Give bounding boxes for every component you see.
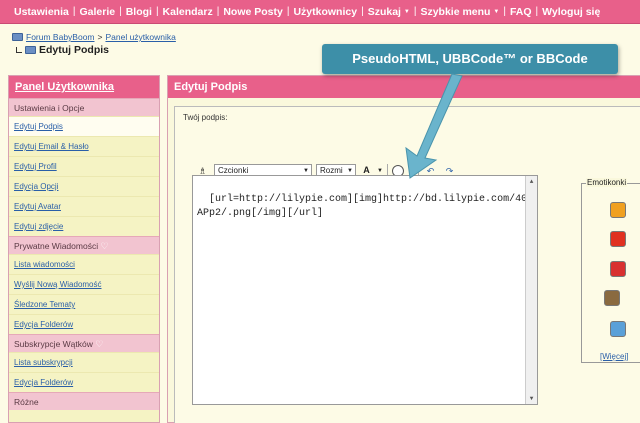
annotation-callout: PseudoHTML, UBBCode™ or BBCode [322,44,618,74]
sidebar-item-edytuj-profil[interactable]: Edytuj Profil [9,156,159,176]
sidebar-item-edytuj-zdjecie[interactable]: Edytuj zdjęcie [9,216,159,236]
nav-blogi[interactable]: Blogi [122,6,156,18]
chevron-down-icon: ▼ [403,8,410,15]
nav-nowe-posty[interactable]: Nowe Posty [219,6,287,18]
nav-wyloguj[interactable]: Wyloguj się [538,6,604,18]
top-navigation: Ustawienia | Galerie | Blogi | Kalendarz | N… [0,0,640,24]
sidebar-item-edytuj-email[interactable]: Edytuj Email & Hasło [9,136,159,156]
angry-emoticon-icon[interactable] [610,231,626,247]
sidebar-section-header: Ustawienia i Opcje [9,98,159,116]
breadcrumb-panel-link[interactable]: Panel użytkownika [105,32,175,42]
sidebar: Panel Użytkownika Ustawienia i Opcje Edy… [8,75,160,423]
signature-textarea[interactable]: [url=http://lilypie.com][img]http://bd.l… [192,175,538,405]
sidebar-section-header: Różne [9,392,159,410]
sidebar-item-sledzone-tematy[interactable]: Śledzone Tematy [9,294,159,314]
textarea-scrollbar[interactable]: ▲ ▼ [525,176,537,404]
emoticons-title: Emotikonki [586,178,628,187]
sidebar-item-lista-wiadomosci[interactable]: Lista wiadomości [9,254,159,274]
heart-icon: ♡ [100,241,109,251]
sidebar-item-edytuj-avatar[interactable]: Edytuj Avatar [9,196,159,216]
chevron-down-icon: ▼ [493,8,500,15]
scroll-up-icon[interactable]: ▲ [526,176,537,187]
breadcrumb-forum-link[interactable]: Forum BabyBoom [26,32,95,42]
heart-icon: ♡ [95,339,104,349]
panel-title: Edytuj Podpis [168,76,640,98]
page-title: Edytuj Podpis [39,44,110,56]
nav-galerie[interactable]: Galerie [75,6,119,18]
smile-emoticon-icon[interactable] [610,202,626,218]
scroll-down-icon[interactable]: ▼ [526,393,537,404]
nav-szybkie-menu[interactable]: Szybkie menu ▼ [416,6,503,18]
breadcrumb: Forum BabyBoom > Panel użytkownika Edytu… [12,32,176,56]
sidebar-section-header: Subskrypcje Wątków ♡ [9,334,159,352]
sidebar-item-edytuj-podpis[interactable]: Edytuj Podpis [9,116,159,136]
sidebar-title[interactable]: Panel Użytkownika [9,76,159,98]
emoticons-panel: Emotikonki [Więcej] [581,178,640,363]
folder-icon [25,46,36,54]
nav-kalendarz[interactable]: Kalendarz [159,6,217,18]
nav-uzytkownicy[interactable]: Użytkownicy [289,6,361,18]
emoticons-more-link[interactable]: [Więcej] [600,352,628,361]
sleepy-emoticon-icon[interactable] [610,321,626,337]
sidebar-item-lista-subskrypcji[interactable]: Lista subskrypcji [9,352,159,372]
cool-emoticon-icon[interactable] [604,290,620,306]
sidebar-item-edycja-folderow-sub[interactable]: Edycja Folderów [9,372,159,392]
nav-faq[interactable]: FAQ [506,6,536,18]
sidebar-item-edycja-folderow[interactable]: Edycja Folderów [9,314,159,334]
nav-ustawienia[interactable]: Ustawienia [10,6,73,18]
nav-szukaj[interactable]: Szukaj ▼ [364,6,414,18]
tree-connector-icon [16,47,22,53]
sidebar-section-header: Prywatne Wiadomości ♡ [9,236,159,254]
tongue-emoticon-icon[interactable] [610,261,626,277]
signature-label: Twój podpis: [183,113,228,122]
sidebar-item-edycja-opcji[interactable]: Edycja Opcji [9,176,159,196]
folder-icon [12,33,23,41]
sidebar-item-wyslij-wiadomosc[interactable]: Wyślij Nową Wiadomość [9,274,159,294]
